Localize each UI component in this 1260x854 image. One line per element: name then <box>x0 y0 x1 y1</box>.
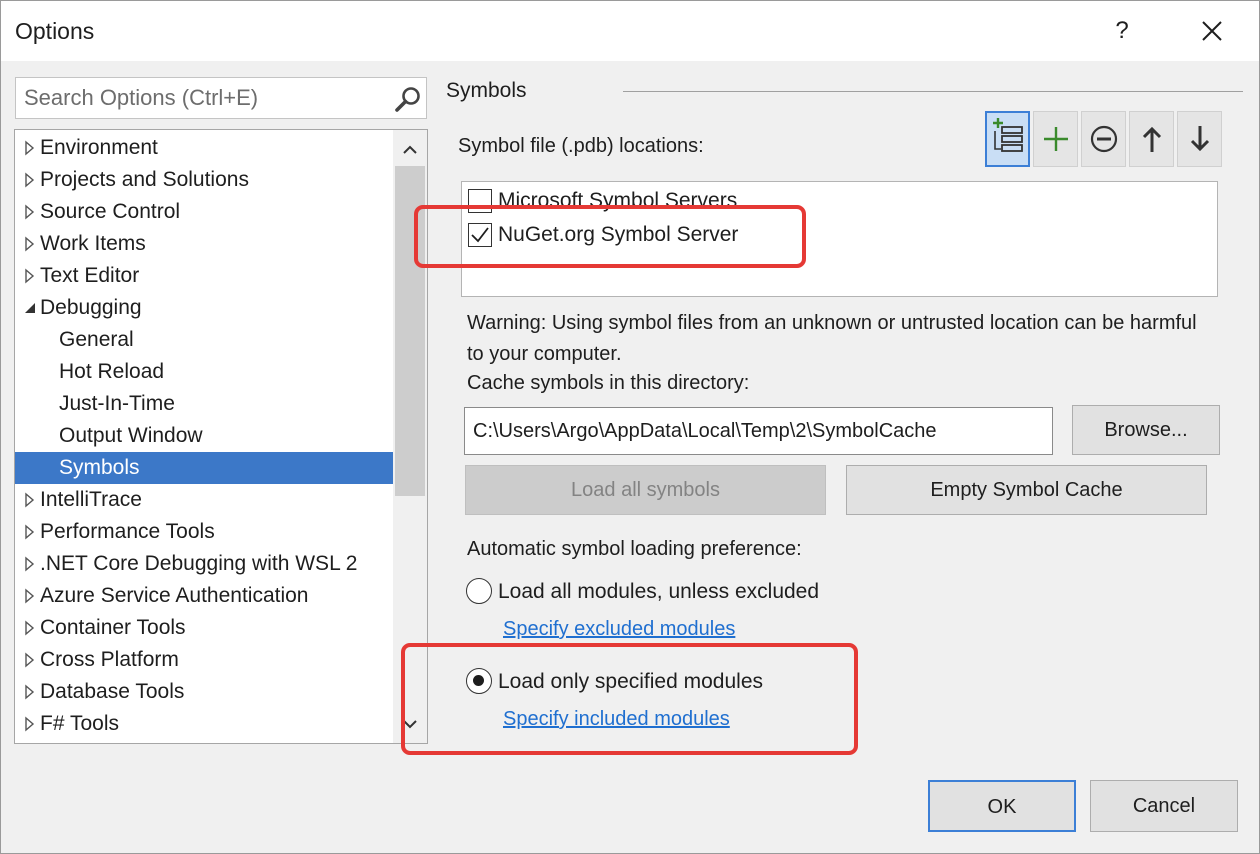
add-button[interactable] <box>1033 111 1078 167</box>
move-up-icon <box>1142 126 1162 152</box>
tree-item-label: Container Tools <box>40 616 186 639</box>
remove-icon <box>1090 125 1118 153</box>
tree-item-label: IntelliTrace <box>40 488 142 511</box>
expand-arrow-icon[interactable] <box>23 172 37 188</box>
tree-item-label: Performance Tools <box>40 520 215 543</box>
tree-item-source-control[interactable]: Source Control <box>15 196 393 228</box>
section-title: Symbols <box>446 79 527 102</box>
expand-arrow-icon[interactable] <box>23 492 37 508</box>
search-box <box>15 77 427 119</box>
expand-arrow-icon[interactable] <box>23 268 37 284</box>
tree-item-label: Source Control <box>40 200 181 223</box>
tree-item-f-tools[interactable]: F# Tools <box>15 708 393 740</box>
close-button[interactable] <box>1189 9 1235 53</box>
tree-item-symbols[interactable]: Symbols <box>15 452 393 484</box>
options-dialog: Options ? Environment Projects and Soluti… <box>0 0 1260 854</box>
expand-arrow-icon[interactable] <box>23 556 37 572</box>
collapse-arrow-icon[interactable] <box>23 300 37 316</box>
tree-item-label: Work Items <box>40 232 146 255</box>
tree-item-debugging[interactable]: Debugging <box>15 292 393 324</box>
tree-item-label: .NET Core Debugging with WSL 2 <box>40 552 358 575</box>
locations-label: Symbol file (.pdb) locations: <box>458 135 704 157</box>
tree-item-environment[interactable]: Environment <box>15 132 393 164</box>
tree-item-label: Azure Service Authentication <box>40 584 309 607</box>
expand-arrow-icon[interactable] <box>23 620 37 636</box>
tree-item-label: Text Editor <box>40 264 140 287</box>
tree-item-intellitrace[interactable]: IntelliTrace <box>15 484 393 516</box>
expand-arrow-icon[interactable] <box>23 204 37 220</box>
tree-item-label: Cross Platform <box>40 648 179 671</box>
browse-button[interactable]: Browse... <box>1072 405 1220 455</box>
tree-item-label: Hot Reload <box>59 360 165 383</box>
load-symbols-button[interactable] <box>985 111 1030 167</box>
tree-item-label: Projects and Solutions <box>40 168 249 191</box>
expand-arrow-icon[interactable] <box>23 652 37 668</box>
tree-item-projects-and-solutions[interactable]: Projects and Solutions <box>15 164 393 196</box>
tree-item-azure-service-authentication[interactable]: Azure Service Authentication <box>15 580 393 612</box>
help-button[interactable]: ? <box>1099 9 1145 53</box>
remove-button[interactable] <box>1081 111 1126 167</box>
tree-item-cross-platform[interactable]: Cross Platform <box>15 644 393 676</box>
tree-item-container-tools[interactable]: Container Tools <box>15 612 393 644</box>
tree-item-label: General <box>59 328 134 351</box>
tree-item-label: Just-In-Time <box>59 392 175 415</box>
tree-item-database-tools[interactable]: Database Tools <box>15 676 393 708</box>
specify-excluded-link[interactable]: Specify excluded modules <box>503 618 735 641</box>
tree-item-just-in-time[interactable]: Just-In-Time <box>15 388 393 420</box>
cancel-button[interactable]: Cancel <box>1090 780 1238 832</box>
expand-arrow-icon[interactable] <box>23 684 37 700</box>
move-down-button[interactable] <box>1177 111 1222 167</box>
tree-item-label: F# Tools <box>40 712 119 735</box>
tree-item-text-editor[interactable]: Text Editor <box>15 260 393 292</box>
cache-directory-label: Cache symbols in this directory: <box>467 372 750 394</box>
section-divider <box>623 91 1243 92</box>
tree-item-output-window[interactable]: Output Window <box>15 420 393 452</box>
expand-arrow-icon[interactable] <box>23 588 37 604</box>
ok-button[interactable]: OK <box>928 780 1076 832</box>
expand-arrow-icon[interactable] <box>23 524 37 540</box>
dialog-title: Options <box>15 18 95 44</box>
search-input[interactable] <box>16 78 386 118</box>
radio-label: Load all modules, unless excluded <box>498 580 820 603</box>
highlight-specified-modules <box>401 643 858 755</box>
expand-arrow-icon[interactable] <box>23 236 37 252</box>
tree-item-label: Output Window <box>59 424 203 447</box>
empty-symbol-cache-button[interactable]: Empty Symbol Cache <box>846 465 1207 515</box>
expand-arrow-icon[interactable] <box>23 716 37 732</box>
add-icon <box>1044 127 1068 151</box>
chevron-up-icon <box>403 145 417 154</box>
auto-loading-label: Automatic symbol loading preference: <box>467 538 802 560</box>
tree-item-label: Database Tools <box>40 680 185 703</box>
search-icon[interactable] <box>394 85 422 113</box>
tree-item-work-items[interactable]: Work Items <box>15 228 393 260</box>
tree-item-hot-reload[interactable]: Hot Reload <box>15 356 393 388</box>
load-symbols-icon <box>993 118 1023 152</box>
tree-item-label: Environment <box>40 136 158 159</box>
load-all-symbols-button[interactable]: Load all symbols <box>465 465 826 515</box>
scroll-up-button[interactable] <box>393 134 427 164</box>
options-tree: Environment Projects and Solutions Source … <box>14 129 428 744</box>
expand-arrow-icon[interactable] <box>23 140 37 156</box>
title-bar: Options ? <box>1 1 1259 61</box>
tree-item-label: Debugging <box>40 296 142 319</box>
radio-button[interactable] <box>466 578 492 604</box>
tree-item-general[interactable]: General <box>15 324 393 356</box>
warning-text: Warning: Using symbol files from an unkn… <box>467 312 1197 365</box>
highlight-nuget <box>414 205 806 268</box>
move-up-button[interactable] <box>1129 111 1174 167</box>
move-down-icon <box>1190 126 1210 152</box>
tree-item-net-core-debugging-with-wsl-2[interactable]: .NET Core Debugging with WSL 2 <box>15 548 393 580</box>
cache-directory-field[interactable] <box>464 407 1053 455</box>
tree-item-performance-tools[interactable]: Performance Tools <box>15 516 393 548</box>
close-icon <box>1202 21 1222 41</box>
tree-item-label: Symbols <box>59 456 140 479</box>
